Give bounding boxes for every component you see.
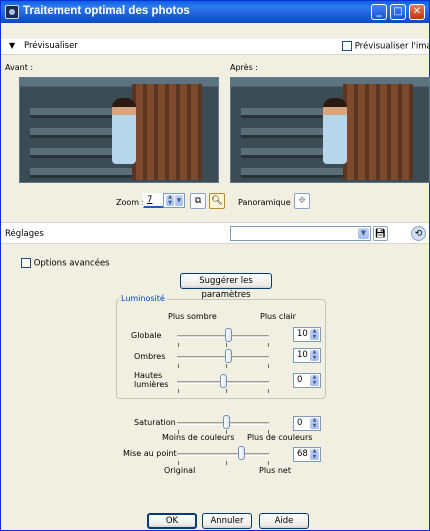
- preset-select[interactable]: ▼: [230, 226, 371, 241]
- collapse-triangle-icon[interactable]: ▼: [9, 41, 15, 50]
- shadows-slider-ticks: [177, 364, 269, 368]
- before-label: Avant :: [5, 63, 34, 72]
- sharper-label: Plus net: [259, 466, 291, 475]
- global-value[interactable]: 10 ▲ ▼: [293, 327, 321, 342]
- preview-image-checkbox-box[interactable]: [342, 41, 352, 51]
- zoom-label: Zoom :: [116, 198, 145, 207]
- zoom-magnifier-icon[interactable]: 🔍︎: [209, 193, 225, 209]
- focus-slider-track[interactable]: [177, 453, 269, 456]
- pan-label: Panoramique :: [238, 198, 296, 207]
- settings-label: Réglages: [5, 229, 44, 239]
- cancel-button[interactable]: Annuler: [202, 513, 252, 529]
- saturation-value[interactable]: 0 ▲ ▼: [293, 416, 321, 431]
- window-title: Traitement optimal des photos: [23, 5, 190, 17]
- before-preview-panel[interactable]: [19, 77, 219, 183]
- highlights-spin-icon[interactable]: ▲ ▼: [310, 374, 319, 386]
- help-button[interactable]: Aide: [259, 513, 309, 529]
- advanced-options-box[interactable]: [21, 258, 31, 268]
- focus-slider-ticks: [177, 461, 269, 465]
- global-slider-ticks: [177, 343, 269, 347]
- global-label: Globale: [131, 331, 162, 340]
- preview-toggle-label[interactable]: Prévisualiser: [24, 41, 78, 51]
- close-icon[interactable]: ✕: [409, 4, 425, 20]
- highlights-slider-ticks: [177, 389, 269, 393]
- app-icon: [5, 5, 19, 19]
- zoom-stepper[interactable]: ▲ ▼ ▼: [163, 193, 185, 208]
- chevron-down-icon[interactable]: ▼: [358, 228, 369, 239]
- minimize-icon[interactable]: _: [371, 4, 387, 20]
- preview-header: ▼ Prévisualiser Prévisualiser l'image: [1, 39, 430, 55]
- saturation-slider-thumb[interactable]: [223, 415, 230, 429]
- highlights-slider-thumb[interactable]: [220, 374, 227, 388]
- focus-label: Mise au point: [123, 449, 177, 458]
- dialog-window: Traitement optimal des photos _ □ ✕ ▼ Pr…: [0, 0, 430, 531]
- shadows-value[interactable]: 10 ▲ ▼: [293, 348, 321, 363]
- shadows-label: Ombres: [134, 352, 166, 361]
- more-color-label: Plus de couleurs: [247, 433, 313, 442]
- after-photo: [231, 78, 429, 182]
- less-color-label: Moins de couleurs: [162, 433, 235, 442]
- suggest-settings-button[interactable]: Suggérer les paramètres: [180, 273, 272, 300]
- advanced-options-label: Options avancées: [33, 258, 110, 269]
- highlights-label: Hautes lumières: [134, 371, 169, 389]
- maximize-icon[interactable]: □: [390, 4, 406, 20]
- settings-bar: Réglages ▼ 💾︎ ⟲: [1, 222, 429, 244]
- shadows-slider-thumb[interactable]: [225, 349, 232, 363]
- title-bar[interactable]: Traitement optimal des photos _ □ ✕: [1, 1, 429, 23]
- saturation-label: Saturation: [134, 418, 176, 427]
- focus-value[interactable]: 68 ▲ ▼: [293, 447, 321, 462]
- focus-slider-thumb[interactable]: [238, 446, 245, 460]
- zoom-value[interactable]: 7: [143, 193, 165, 208]
- saturation-spin-icon[interactable]: ▲ ▼: [310, 417, 319, 429]
- zoom-dropdown-icon[interactable]: ▼: [175, 195, 183, 206]
- global-slider-thumb[interactable]: [225, 328, 232, 342]
- preview-image-label: Prévisualiser l'image: [354, 41, 430, 52]
- advanced-options-checkbox[interactable]: Options avancées: [21, 258, 110, 269]
- original-label: Original: [164, 466, 196, 475]
- save-preset-icon[interactable]: 💾︎: [373, 226, 388, 241]
- pan-move-icon[interactable]: ✥: [294, 193, 310, 209]
- global-spin-icon[interactable]: ▲ ▼: [310, 328, 319, 340]
- after-preview-panel[interactable]: [230, 77, 430, 183]
- highlights-value[interactable]: 0 ▲ ▼: [293, 373, 321, 388]
- after-label: Après :: [230, 63, 258, 72]
- focus-spin-icon[interactable]: ▲ ▼: [310, 448, 319, 460]
- reset-icon[interactable]: ⟲: [411, 226, 426, 241]
- darker-label: Plus sombre: [168, 312, 217, 321]
- zoom-spin-icon[interactable]: ▲ ▼: [166, 194, 174, 206]
- preview-image-checkbox[interactable]: Prévisualiser l'image: [342, 41, 430, 52]
- fit-window-icon[interactable]: ⧉: [190, 193, 206, 209]
- luminosity-group-label: Luminosité: [119, 294, 167, 303]
- global-slider-track[interactable]: [177, 335, 269, 338]
- lighter-label: Plus clair: [260, 312, 296, 321]
- ok-button[interactable]: OK: [147, 513, 197, 529]
- shadows-slider-track[interactable]: [177, 356, 269, 359]
- shadows-spin-icon[interactable]: ▲ ▼: [310, 349, 319, 361]
- before-photo: [20, 78, 218, 182]
